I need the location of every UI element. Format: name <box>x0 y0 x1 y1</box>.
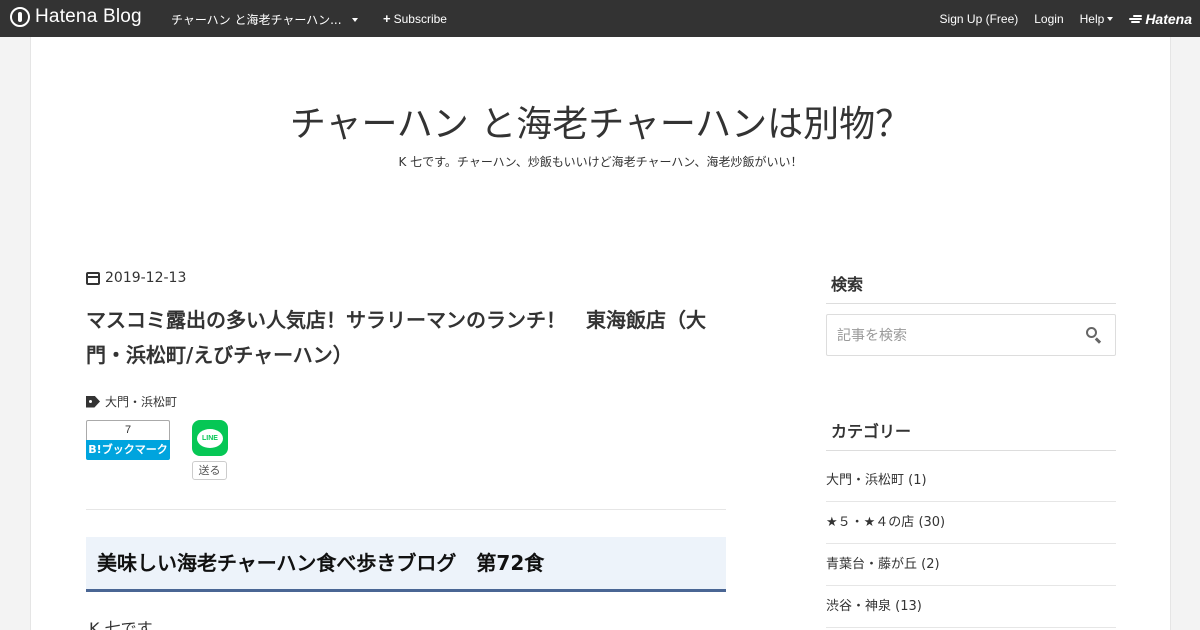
caret-down-icon <box>351 17 358 22</box>
section-heading: 美味しい海老チャーハン食べ歩きブログ 第72食 <box>86 537 726 592</box>
date-label: 2019-12-13 <box>105 270 187 286</box>
divider <box>86 509 726 510</box>
line-share-button[interactable]: LINE <box>192 420 228 456</box>
hatena-bookmark-button[interactable]: 7 B!ブックマーク <box>86 420 170 460</box>
category-list: 大門・浜松町 (1) ★５・★４の店 (30) 青葉台・藤が丘 (2) 渋谷・神… <box>826 460 1116 628</box>
article-title[interactable]: マスコミ露出の多い人気店！サラリーマンのランチ！ 東海飯店（大門・浜松町/えびチ… <box>86 303 726 373</box>
subscribe-button[interactable]: + Subscribe <box>383 11 447 26</box>
article-date[interactable]: 2019-12-13 <box>86 270 186 286</box>
hatena-link[interactable]: Hatena <box>1129 11 1192 27</box>
blog-title[interactable]: チャーハン と海老チャーハンは別物？ <box>31 95 1170 147</box>
line-icon: LINE <box>197 428 223 448</box>
article-tag[interactable]: 大門・浜松町 <box>86 393 177 410</box>
article-body-text: K 七です。 <box>89 619 167 630</box>
blog-select-dropdown[interactable]: チャーハン と海老チャーハン... <box>171 11 358 28</box>
caret-down-icon <box>1107 17 1114 21</box>
bookmark-count[interactable]: 7 <box>86 420 170 440</box>
signup-link[interactable]: Sign Up (Free) <box>940 12 1019 26</box>
blog-container: チャーハン と海老チャーハンは別物？ K 七です。チャーハン、炒飯もいいけど海老… <box>30 37 1171 630</box>
help-menu[interactable]: Help <box>1080 12 1114 26</box>
hatena-topbar: Hatena Blog チャーハン と海老チャーハン... + Subscrib… <box>0 0 1200 37</box>
subscribe-label: Subscribe <box>393 11 447 26</box>
blog-description: K 七です。チャーハン、炒飯もいいけど海老チャーハン、海老炒飯がいい！ <box>398 155 803 169</box>
logo-text: Hatena Blog <box>35 6 142 27</box>
category-item[interactable]: 青葉台・藤が丘 (2) <box>826 544 1116 586</box>
category-item[interactable]: 大門・浜松町 (1) <box>826 460 1116 502</box>
search-input[interactable] <box>837 326 1077 346</box>
hatena-logo-icon <box>10 7 30 27</box>
hatena-label: Hatena <box>1145 11 1192 27</box>
plus-icon: + <box>383 11 391 26</box>
hatena-blog-logo[interactable]: Hatena Blog <box>10 6 142 28</box>
help-label: Help <box>1079 12 1105 26</box>
calendar-icon <box>86 271 100 285</box>
tag-label: 大門・浜松町 <box>105 395 178 409</box>
hatena-speed-icon <box>1129 14 1143 24</box>
category-item[interactable]: ★５・★４の店 (30) <box>826 502 1116 544</box>
tag-icon <box>86 395 100 408</box>
bookmark-label: B!ブックマーク <box>86 440 170 460</box>
topbar-right-links: Sign Up (Free) Login Help Hatena <box>940 11 1200 27</box>
blog-select-label: チャーハン と海老チャーハン... <box>171 13 342 27</box>
search-icon[interactable] <box>1086 327 1102 344</box>
line-send-button[interactable]: 送る <box>192 461 227 480</box>
sidebar-category-title: カテゴリー <box>826 418 1116 451</box>
category-item[interactable]: 渋谷・神泉 (13) <box>826 586 1116 628</box>
search-box <box>826 314 1116 356</box>
login-link[interactable]: Login <box>1034 12 1063 26</box>
sidebar-search-title: 検索 <box>826 271 1116 304</box>
